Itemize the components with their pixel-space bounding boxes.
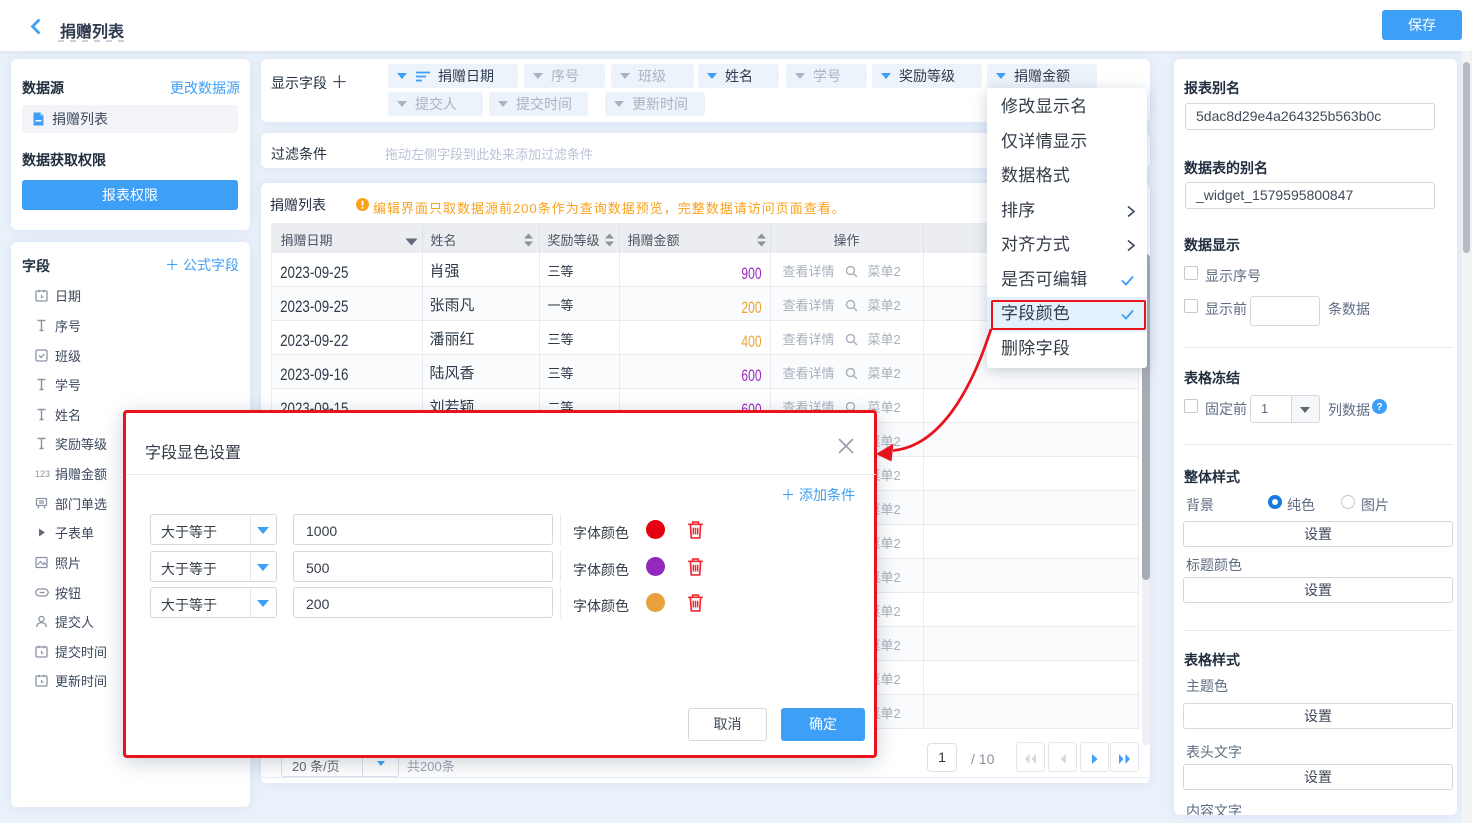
svg-text:123: 123 xyxy=(35,469,50,479)
svg-text:?: ? xyxy=(1376,402,1382,413)
